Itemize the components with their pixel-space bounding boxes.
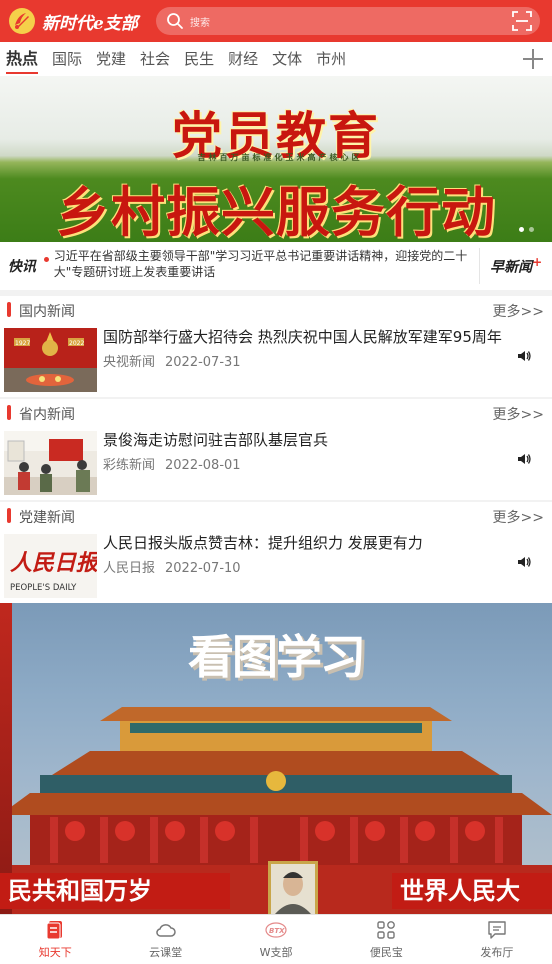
news-headline[interactable]: 国防部举行盛大招待会 热烈庆祝中国人民解放军建军95周年 [103, 326, 533, 347]
ceremony-photo: 1927 2022 [4, 328, 97, 392]
btx-icon: BTX [265, 922, 287, 938]
carousel-dot[interactable] [529, 227, 534, 232]
party-emblem-icon [9, 8, 35, 34]
slogan-right: 世界人民大 [392, 873, 552, 909]
portrait-frame [268, 861, 318, 914]
thumb-logo-en: PEOPLE'S DAILY [10, 583, 77, 593]
section-header: 国内新闻 更多>> [0, 296, 552, 322]
banner-title-line2: 乡村振兴服务行动 [56, 181, 496, 242]
news-source: 央视新闻 [103, 355, 156, 370]
carousel-dot[interactable] [519, 227, 524, 232]
app-logo: 新时代e支部 [8, 6, 150, 36]
news-date: 2022-07-31 [165, 355, 241, 370]
flash-label: 快讯 [7, 259, 36, 275]
news-source: 人民日报 [103, 561, 156, 576]
section-title: 党建新闻 [19, 510, 75, 526]
search-icon [167, 13, 183, 29]
speaker-icon[interactable] [517, 452, 531, 466]
app-name: 新时代e支部 [42, 13, 138, 34]
news-thumbnail[interactable]: 1927 2022 [4, 328, 97, 392]
more-link[interactable]: 更多>> [493, 507, 544, 527]
thumb-year-left: 1927 [15, 340, 30, 347]
section-header: 党建新闻 更多>> [0, 502, 552, 528]
portrait-image [271, 864, 315, 914]
section-marker [7, 508, 11, 523]
news-thumbnail[interactable] [4, 431, 97, 495]
cloud-icon [155, 924, 176, 937]
nav-label: 便民宝 [369, 946, 403, 959]
category-tabs: 热点 国际 党建 社会 民生 财经 文体 市州 [0, 42, 552, 76]
tab-culture-sports[interactable]: 文体 [272, 42, 302, 76]
morning-news-button[interactable]: 早新闻+ [480, 255, 552, 277]
news-meta: 央视新闻 2022-07-31 [103, 351, 241, 370]
more-link[interactable]: 更多>> [493, 301, 544, 321]
top-header: 新时代e支部 搜索 [0, 0, 552, 42]
message-icon [488, 921, 506, 939]
news-icon [46, 921, 63, 940]
add-tab-icon[interactable] [520, 46, 546, 72]
slogan-left: 民共和国万岁 [0, 873, 230, 909]
section-title: 省内新闻 [19, 407, 75, 423]
app-root: 新时代e支部 搜索 热点 国际 党建 社会 民生 财经 文体 市州 党员教育 吉… [0, 0, 552, 964]
tab-international[interactable]: 国际 [52, 42, 82, 76]
nav-label: 发布厅 [480, 946, 514, 959]
feature-heading: 看图学习 [188, 630, 366, 684]
speaker-icon[interactable] [517, 349, 531, 363]
flash-text[interactable]: 习近平在省部级主要领导干部"学习习近平总书记重要讲话精神，迎接党的二十大"专题研… [54, 248, 476, 284]
section-marker [7, 405, 11, 420]
nav-label: 云课堂 [149, 946, 183, 959]
news-date: 2022-08-01 [165, 458, 241, 473]
nav-item-cloud-class[interactable]: 云课堂 [110, 915, 220, 964]
nav-item-w-branch[interactable]: BTX W支部 [221, 915, 331, 964]
thumb-year-right: 2022 [69, 340, 84, 347]
red-flag-edge [0, 603, 12, 914]
more-link[interactable]: 更多>> [493, 404, 544, 424]
tab-finance[interactable]: 财经 [228, 42, 258, 76]
nav-label: W支部 [259, 946, 293, 959]
search-bar[interactable]: 搜索 [156, 7, 540, 35]
peoples-daily-logo: 人民日报 PEOPLE'S DAILY [4, 534, 97, 598]
nav-item-publish[interactable]: 发布厅 [442, 915, 552, 964]
thumb-logo-text: 人民日报 [10, 550, 97, 576]
news-headline[interactable]: 景俊海走访慰问驻吉部队基层官兵 [103, 429, 533, 450]
tab-hot[interactable]: 热点 [6, 42, 39, 76]
visit-photo [4, 431, 97, 495]
news-date: 2022-07-10 [165, 561, 241, 576]
news-section-domestic: 国内新闻 更多>> 1927 2022 国防部举行盛大招待会 热烈庆祝中国人民解… [0, 296, 552, 397]
news-thumbnail[interactable]: 人民日报 PEOPLE'S DAILY [4, 534, 97, 598]
tab-society[interactable]: 社会 [140, 42, 170, 76]
scan-icon[interactable] [512, 11, 532, 31]
nav-item-news[interactable]: 知天下 [0, 915, 110, 964]
news-section-party: 党建新闻 更多>> 人民日报 PEOPLE'S DAILY 人民日报头版点赞吉林… [0, 502, 552, 603]
news-source: 彩练新闻 [103, 458, 156, 473]
feature-image-learning[interactable]: 看图学习 民共和国万岁 世界人民大 [0, 603, 552, 914]
search-placeholder: 搜索 [190, 17, 210, 29]
banner-carousel[interactable]: 党员教育 吉林百万亩标准化玉米高产核心区 乡村振兴服务行动 [0, 76, 552, 242]
section-header: 省内新闻 更多>> [0, 399, 552, 425]
tab-livelihood[interactable]: 民生 [184, 42, 214, 76]
speaker-icon[interactable] [517, 555, 531, 569]
svg-text:BTX: BTX [269, 927, 285, 935]
news-headline[interactable]: 人民日报头版点赞吉林：提升组织力 发展更有力 [103, 532, 533, 553]
news-section-provincial: 省内新闻 更多>> 景俊海走访慰问驻吉部队基层官兵 彩练新闻 2022-08-01 [0, 399, 552, 500]
grid-icon [377, 921, 396, 939]
news-meta: 彩练新闻 2022-08-01 [103, 454, 241, 473]
flash-news-bar[interactable]: 快讯 习近平在省部级主要领导干部"学习习近平总书记重要讲话精神，迎接党的二十大"… [0, 242, 552, 290]
news-meta: 人民日报 2022-07-10 [103, 557, 241, 576]
tab-party[interactable]: 党建 [96, 42, 126, 76]
section-marker [7, 302, 11, 317]
nav-item-services[interactable]: 便民宝 [331, 915, 441, 964]
morning-news-mark: + [532, 255, 543, 270]
nav-label: 知天下 [38, 946, 72, 959]
section-title: 国内新闻 [19, 304, 75, 320]
tab-cities[interactable]: 市州 [316, 42, 346, 76]
carousel-indicator [519, 227, 534, 232]
banner-small-text: 吉林百万亩标准化玉米高产核心区 [197, 153, 363, 162]
flash-bullet [43, 257, 49, 262]
bottom-navigation: 知天下 云课堂 BTX W支部 便民宝 发布厅 [0, 914, 552, 964]
morning-news-label: 早新闻 [490, 259, 533, 276]
